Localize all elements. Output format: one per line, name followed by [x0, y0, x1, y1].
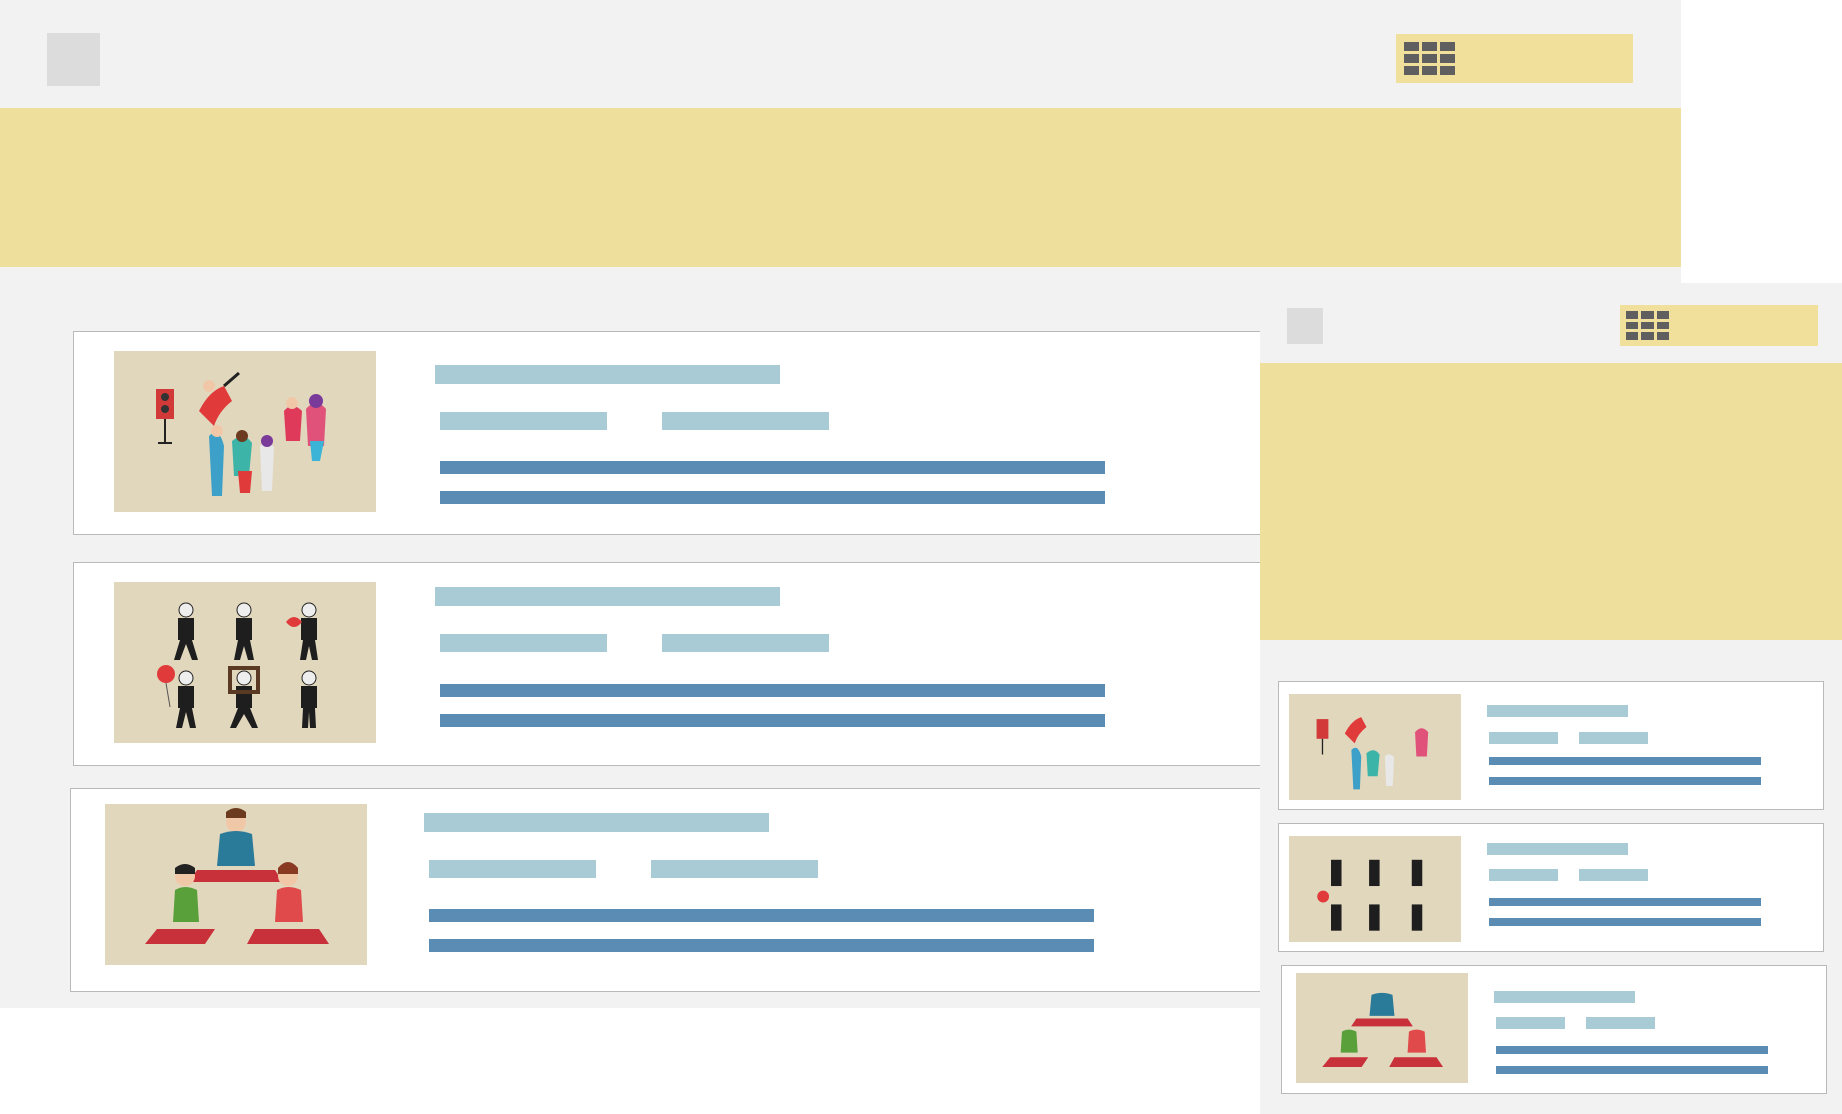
card-yoga[interactable]	[70, 788, 1268, 992]
top-bar	[1260, 283, 1842, 363]
card-meta-placeholder	[1489, 869, 1558, 881]
yoga-class-illustration	[105, 804, 367, 965]
card-title-placeholder	[1487, 843, 1628, 855]
card-party[interactable]	[73, 331, 1268, 535]
yoga-class-illustration	[1296, 973, 1468, 1083]
grid-icon	[1404, 42, 1455, 75]
card-text-line	[440, 714, 1105, 727]
hero-banner	[1260, 363, 1842, 640]
top-bar	[0, 0, 1681, 108]
card-text-line	[1489, 777, 1761, 785]
card-meta-placeholder	[440, 634, 607, 652]
card-title-placeholder	[1487, 705, 1628, 717]
hero-banner	[0, 108, 1681, 267]
card-meta-placeholder	[1489, 732, 1558, 744]
card-party[interactable]	[1278, 681, 1824, 810]
grid-icon	[1626, 311, 1669, 340]
card-text-line	[429, 939, 1094, 952]
card-text-line	[440, 461, 1105, 474]
card-yoga[interactable]	[1281, 965, 1827, 1094]
card-meta-placeholder	[651, 860, 818, 878]
logo-placeholder[interactable]	[47, 33, 100, 86]
card-text-line	[1496, 1066, 1768, 1074]
card-text-line	[1489, 918, 1761, 926]
mimes-illustration	[114, 582, 376, 743]
mobile-view	[1260, 283, 1842, 1114]
card-mimes[interactable]	[73, 562, 1268, 766]
card-meta-placeholder	[662, 634, 829, 652]
card-mimes[interactable]	[1278, 823, 1824, 952]
card-meta-placeholder	[662, 412, 829, 430]
card-title-placeholder	[1494, 991, 1635, 1003]
mimes-illustration	[1289, 836, 1461, 942]
card-title-placeholder	[424, 813, 769, 832]
menu-button[interactable]	[1396, 34, 1633, 83]
menu-button[interactable]	[1620, 305, 1818, 346]
card-text-line	[1496, 1046, 1768, 1054]
card-meta-placeholder	[440, 412, 607, 430]
card-meta-placeholder	[1496, 1017, 1565, 1029]
card-meta-placeholder	[1586, 1017, 1655, 1029]
card-meta-placeholder	[1579, 732, 1648, 744]
logo-placeholder[interactable]	[1287, 308, 1323, 344]
card-title-placeholder	[435, 365, 780, 384]
card-title-placeholder	[435, 587, 780, 606]
party-people-illustration	[1289, 694, 1461, 800]
card-text-line	[429, 909, 1094, 922]
card-text-line	[440, 684, 1105, 697]
card-text-line	[1489, 898, 1761, 906]
card-text-line	[1489, 757, 1761, 765]
card-text-line	[440, 491, 1105, 504]
card-meta-placeholder	[429, 860, 596, 878]
party-people-illustration	[114, 351, 376, 512]
card-meta-placeholder	[1579, 869, 1648, 881]
